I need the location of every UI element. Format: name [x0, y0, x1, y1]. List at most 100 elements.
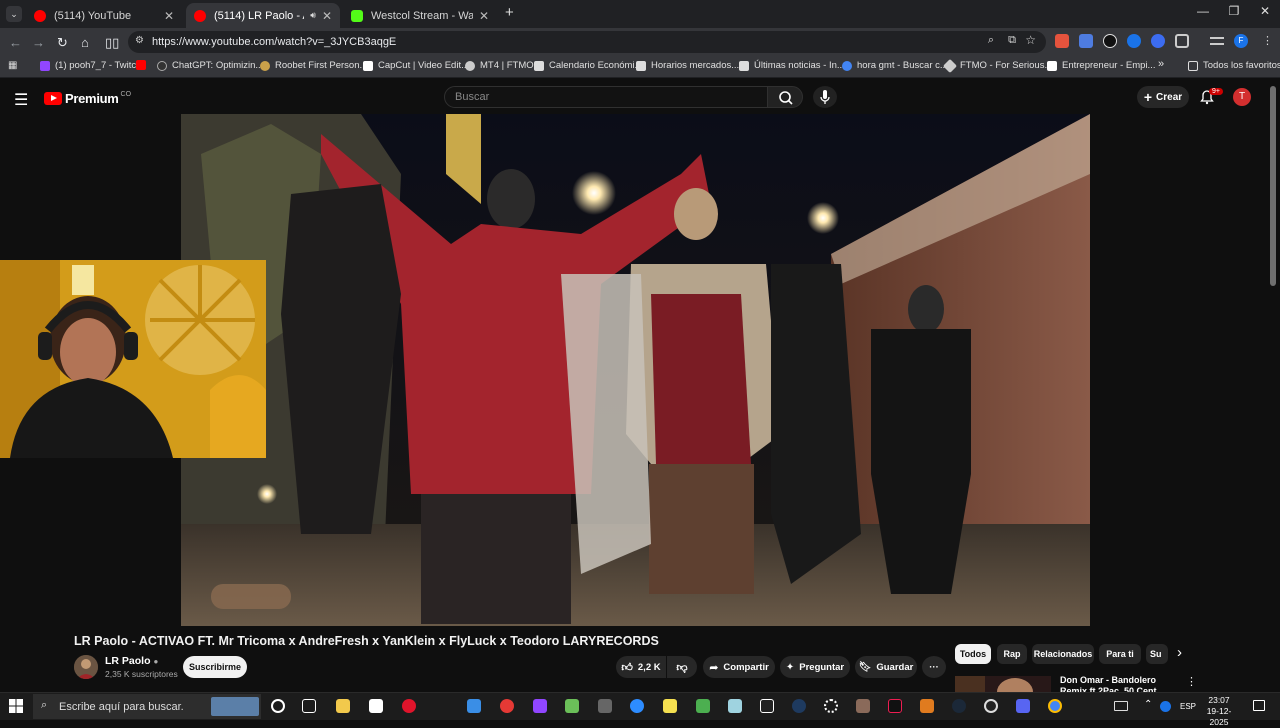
channel-name[interactable]: LR Paolo ● [105, 655, 158, 667]
more-actions-button[interactable]: ··· [922, 656, 946, 678]
apps-grid-icon[interactable]: ▦ [8, 60, 17, 71]
dislike-button[interactable]: 👎︎ [667, 656, 697, 678]
extensions-puzzle-icon[interactable] [1175, 34, 1189, 48]
file-explorer-icon[interactable] [336, 699, 350, 713]
app-green-icon[interactable] [565, 699, 579, 713]
bookmark-item[interactable]: hora gmt - Buscar c... [842, 60, 948, 71]
video-player[interactable] [181, 114, 1090, 626]
tab-close-icon[interactable]: ✕ [316, 9, 332, 23]
copilot-icon[interactable] [467, 699, 481, 713]
site-info-icon[interactable]: ⚙ [135, 35, 144, 46]
zoom-icon[interactable]: ⌕ [988, 34, 994, 47]
bookmark-item[interactable]: CapCut | Video Edit... [363, 60, 469, 71]
language-indicator[interactable]: ESP [1180, 702, 1196, 711]
chip-rap[interactable]: Rap [997, 644, 1027, 664]
tab-close-icon[interactable]: ✕ [473, 9, 489, 23]
extension-circle-icon[interactable] [1151, 34, 1165, 48]
capcut-icon[interactable] [760, 699, 774, 713]
bookmark-item[interactable]: Horarios mercados... [636, 60, 739, 71]
browser-menu-icon[interactable]: ⋮ [1262, 34, 1273, 47]
bookmark-item[interactable]: (1) pooh7_7 - Twitch [40, 60, 141, 71]
forward-icon[interactable]: → [32, 35, 45, 50]
reload-icon[interactable]: ↻ [57, 35, 68, 51]
bookmarks-overflow[interactable]: » [1158, 58, 1164, 70]
share-button[interactable]: ➦ Compartir [703, 656, 775, 678]
chip-overflow[interactable]: Su [1146, 644, 1168, 664]
extension-red-icon[interactable] [1055, 34, 1069, 48]
reading-list-icon[interactable] [1210, 37, 1224, 45]
page-scrollbar[interactable] [1270, 86, 1276, 286]
bookmark-item[interactable]: Calendario Económi... [534, 60, 642, 71]
calculator-icon[interactable] [598, 699, 612, 713]
recommended-video-title[interactable]: Don Omar - Bandolero Remix ft 2Pac, 50 C… [1060, 675, 1184, 692]
twitch-icon[interactable] [533, 699, 547, 713]
hamburger-menu-icon[interactable]: ☰ [14, 90, 28, 110]
task-view-icon[interactable] [302, 699, 316, 713]
restore-icon[interactable]: ❐ [1219, 4, 1249, 18]
bookmark-item[interactable]: FTMO - For Serious... [942, 58, 1052, 73]
window-close-icon[interactable]: ✕ [1250, 4, 1280, 18]
notepad-icon[interactable] [369, 699, 383, 713]
bookmark-item[interactable]: Entrepreneur - Empi... [1047, 60, 1155, 71]
notifications-center-icon[interactable] [1253, 700, 1265, 711]
search-button[interactable] [767, 86, 803, 108]
home-icon[interactable]: ⌂ [81, 35, 89, 50]
channel-avatar[interactable] [74, 655, 98, 679]
bookmark-item[interactable]: Roobet First Person... [260, 60, 367, 71]
search-input[interactable]: Buscar [444, 86, 768, 108]
voice-search-button[interactable] [813, 86, 837, 108]
address-bar[interactable]: ⚙ https://www.youtube.com/watch?v=_3JYCB… [128, 31, 1046, 53]
network-globe-icon[interactable] [1160, 701, 1171, 712]
tab-close-icon[interactable]: ✕ [158, 9, 174, 23]
save-button[interactable]: 🔖︎ Guardar [855, 656, 917, 678]
all-favorites[interactable]: Todos los favoritos [1188, 60, 1280, 71]
app-teal-icon[interactable] [728, 699, 742, 713]
opera-icon[interactable] [402, 699, 416, 713]
chip-para-ti[interactable]: Para ti [1099, 644, 1141, 664]
windows-start-icon[interactable] [9, 699, 23, 713]
like-button[interactable]: 👍︎ 2,2 K [616, 656, 666, 678]
chips-next-icon[interactable]: › [1177, 644, 1182, 661]
tab-lr-paolo[interactable]: (5114) LR Paolo - ACTIVAO 🔊︎ ✕ [186, 3, 340, 28]
split-view-icon[interactable]: ▯▯ [105, 35, 119, 51]
recommended-more-icon[interactable]: ⋮ [1186, 675, 1197, 688]
back-icon[interactable]: ← [9, 35, 22, 50]
tab-youtube[interactable]: (5114) YouTube ✕ [26, 3, 182, 28]
chip-todos[interactable]: Todos [955, 644, 991, 664]
account-avatar[interactable]: T [1233, 88, 1251, 106]
app-blue-icon[interactable] [792, 699, 806, 713]
app-red-icon[interactable] [500, 699, 514, 713]
bookmark-item[interactable]: ChatGPT: Optimizin... [157, 60, 263, 71]
bookmark-item[interactable] [136, 60, 151, 70]
settings-gear-icon[interactable] [824, 699, 838, 713]
steam-icon[interactable] [952, 699, 966, 713]
minimize-icon[interactable]: — [1188, 4, 1218, 18]
cortana-icon[interactable] [271, 699, 285, 713]
bookmark-star-icon[interactable]: ☆ [1025, 33, 1036, 47]
extension-dark-icon[interactable] [1103, 34, 1117, 48]
create-button[interactable]: + Crear [1137, 86, 1189, 108]
profile-avatar-icon[interactable]: F [1234, 34, 1248, 48]
tray-chevron-icon[interactable]: ⌃ [1144, 699, 1152, 710]
app-orange-icon[interactable] [920, 699, 934, 713]
chrome-icon[interactable] [1048, 699, 1062, 713]
extension-blue-icon[interactable] [1127, 34, 1141, 48]
discord-icon[interactable] [1016, 699, 1030, 713]
chip-relacionados[interactable]: Relacionados [1032, 644, 1094, 664]
tab-search-button[interactable]: ⌄ [6, 6, 22, 22]
bookmark-item[interactable]: Últimas noticias - In... [739, 60, 845, 71]
clock[interactable]: 23:07 19-12-2025 [1199, 695, 1239, 728]
ask-button[interactable]: ✦ Preguntar [780, 656, 850, 678]
tab-westcol-stream[interactable]: Westcol Stream - Watch Live on ✕ [343, 3, 497, 28]
minecraft-icon[interactable] [696, 699, 710, 713]
keyboard-icon[interactable] [1114, 701, 1128, 711]
zoom-icon[interactable] [630, 699, 644, 713]
sticky-notes-icon[interactable] [663, 699, 677, 713]
app-photo-icon[interactable] [856, 699, 870, 713]
recommended-video-thumbnail[interactable] [955, 676, 1051, 706]
subscribe-button[interactable]: Suscribirme [183, 656, 247, 678]
youtube-premium-logo[interactable]: Premium CO [44, 91, 131, 106]
tiktok-icon[interactable] [888, 699, 902, 713]
taskbar-search-input[interactable]: ⌕ Escribe aquí para buscar. [33, 694, 261, 719]
new-tab-button[interactable]: + [505, 4, 514, 21]
